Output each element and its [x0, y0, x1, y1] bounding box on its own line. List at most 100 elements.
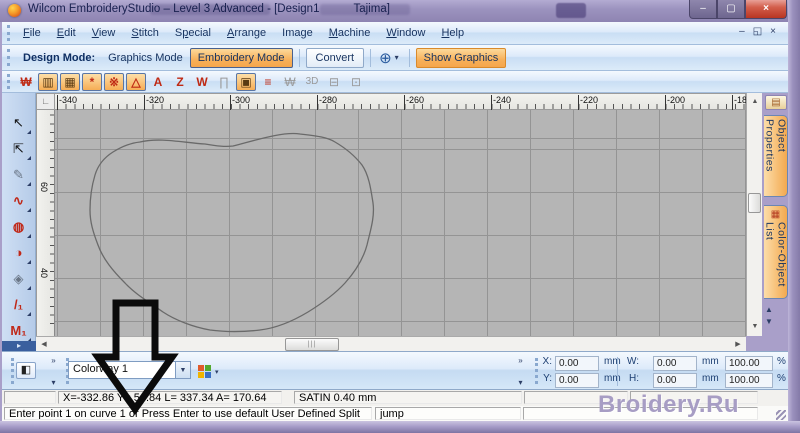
- h-label: H:: [623, 373, 639, 384]
- knife-tool-icon[interactable]: ✎: [6, 162, 32, 187]
- design-thumbnail-icon[interactable]: ◧: [16, 362, 36, 379]
- menu-file[interactable]: File: [15, 25, 49, 41]
- closed-object-tool-icon[interactable]: ◍: [6, 214, 32, 239]
- menu-edit[interactable]: Edit: [49, 25, 84, 41]
- menu-stitch[interactable]: Stitch: [123, 25, 167, 41]
- toolbar-chevron-icon[interactable]: »: [51, 356, 55, 365]
- menu-view[interactable]: View: [84, 25, 124, 41]
- toolbox-overflow-button[interactable]: ▸: [2, 341, 36, 351]
- design-canvas[interactable]: [55, 110, 746, 336]
- horizontal-scrollbar[interactable]: ◀ ||| ▶: [36, 336, 746, 351]
- tab-object-properties[interactable]: Object Properties: [764, 115, 788, 197]
- horizontal-ruler: -340 -320 -300 -280 -260 -240 -220 -200 …: [55, 93, 746, 110]
- h-field[interactable]: 0.00: [653, 373, 697, 388]
- vertical-scroll-thumb[interactable]: [748, 193, 761, 213]
- program-split-icon[interactable]: ≡: [258, 73, 278, 91]
- title-bar: Wilcom EmbroideryStudio – Level 3 Advanc…: [0, 0, 800, 22]
- reshape-tool-icon[interactable]: ⇱: [6, 136, 32, 161]
- menu-machine[interactable]: Machine: [321, 25, 379, 41]
- toolbar-drag-handle[interactable]: [11, 358, 14, 384]
- minimize-button[interactable]: –: [689, 0, 717, 19]
- select-tool-icon[interactable]: ↖: [6, 110, 32, 135]
- colorway-palette-icon[interactable]: [198, 365, 211, 378]
- circle-object-tool-icon[interactable]: ◑: [6, 240, 32, 265]
- sequin-icon[interactable]: ₩: [280, 73, 300, 91]
- globe-icon[interactable]: ⊕: [379, 49, 392, 67]
- flexi-split-icon[interactable]: ※: [104, 73, 124, 91]
- contour-icon[interactable]: △: [126, 73, 146, 91]
- ruler-label: -220: [580, 95, 598, 105]
- open-object-tool-icon[interactable]: ◈: [6, 266, 32, 291]
- menu-arrange[interactable]: Arrange: [219, 25, 274, 41]
- zigzag-icon[interactable]: Z: [170, 73, 190, 91]
- application-window: Wilcom EmbroideryStudio – Level 3 Advanc…: [0, 0, 800, 433]
- separator: [299, 49, 300, 67]
- colorway-dropdown-icon[interactable]: ▼: [176, 361, 191, 379]
- toolbar-drag-handle[interactable]: [7, 74, 10, 89]
- basket-icon[interactable]: ⊡: [346, 73, 366, 91]
- show-graphics-button[interactable]: Show Graphics: [416, 48, 507, 68]
- convert-button[interactable]: Convert: [306, 48, 365, 68]
- y-unit: mm: [604, 373, 621, 384]
- close-button[interactable]: ×: [745, 0, 787, 19]
- tatami-icon[interactable]: ▦: [60, 73, 80, 91]
- menu-special[interactable]: Special: [167, 25, 219, 41]
- menu-window[interactable]: Window: [378, 25, 433, 41]
- menu-help[interactable]: Help: [433, 25, 472, 41]
- y-field[interactable]: 0.00: [555, 373, 599, 388]
- toolbar-overflow-icon[interactable]: ▾: [51, 378, 55, 387]
- stitch-toolbar: ₩ ▥ ▦ * ※ △ A Z W ∏ ▣ ≡ ₩ 3D ⊟ ⊡: [2, 71, 788, 93]
- scroll-down-icon[interactable]: ▼: [749, 321, 761, 333]
- overview-window-icon[interactable]: ▤: [765, 95, 787, 110]
- vertical-scrollbar[interactable]: ▲ ▼: [746, 93, 762, 336]
- scale-x-field[interactable]: 100.00: [725, 356, 773, 371]
- colorway-toolbar: ◧ » ▾ Colorway 1 ▼ ▾ » ▾ X: 0.00 mm W: 0…: [2, 351, 788, 390]
- tab-color-object-list[interactable]: ▦ Color-Object List: [764, 205, 788, 299]
- run-stitch-icon[interactable]: ₩: [16, 73, 36, 91]
- dock-scroll-up-icon[interactable]: ▲: [765, 305, 773, 314]
- globe-dropdown-icon[interactable]: ▾: [395, 53, 399, 62]
- square-stitch-icon[interactable]: ∏: [214, 73, 234, 91]
- toolbar-drag-handle[interactable]: [7, 25, 10, 40]
- scroll-left-icon[interactable]: ◀: [38, 338, 50, 351]
- vertical-ruler: 60 40: [36, 110, 55, 336]
- toolbar-drag-handle[interactable]: [7, 49, 10, 67]
- menu-image[interactable]: Image: [274, 25, 321, 41]
- horizontal-scroll-thumb[interactable]: |||: [285, 338, 339, 351]
- freehand-tool-icon[interactable]: ∿: [6, 188, 32, 213]
- threed-effect-icon[interactable]: 3D: [302, 73, 322, 91]
- scale-x-percent: %: [777, 356, 786, 367]
- motif-fill-icon[interactable]: ▣: [236, 73, 256, 91]
- satin-icon[interactable]: ▥: [38, 73, 58, 91]
- toolbar-chevron-icon[interactable]: »: [518, 356, 522, 365]
- dock-scroll-down-icon[interactable]: ▼: [765, 317, 773, 326]
- window-title-machine: Tajima]: [353, 3, 389, 15]
- colorway-select[interactable]: Colorway 1: [68, 361, 176, 379]
- child-restore-button[interactable]: ◱: [753, 26, 762, 37]
- ruler-label: -240: [493, 95, 511, 105]
- toolbar-overflow-icon[interactable]: ▾: [518, 378, 522, 387]
- column-a-icon[interactable]: A: [148, 73, 168, 91]
- trapunto-icon[interactable]: ⊟: [324, 73, 344, 91]
- maximize-button[interactable]: ▢: [717, 0, 745, 19]
- line-tool-icon[interactable]: /₁: [6, 292, 32, 317]
- fancy-fill-icon[interactable]: *: [82, 73, 102, 91]
- e-stitch-icon[interactable]: W: [192, 73, 212, 91]
- toolbox-toolbar: ↖ ⇱ ✎ ∿ ◍ ◑ ◈ /₁ M₁ ▸: [2, 93, 36, 351]
- design-mode-label: Design Mode:: [23, 52, 95, 64]
- child-minimize-button[interactable]: –: [739, 26, 745, 37]
- embroidery-mode-button[interactable]: Embroidery Mode: [190, 48, 293, 68]
- child-close-button[interactable]: ×: [770, 26, 776, 37]
- palette-dropdown-icon[interactable]: ▾: [215, 368, 219, 376]
- scroll-up-icon[interactable]: ▲: [749, 96, 761, 108]
- scroll-right-icon[interactable]: ▶: [732, 338, 744, 351]
- resize-grip[interactable]: [776, 410, 786, 420]
- scale-y-field[interactable]: 100.00: [725, 373, 773, 388]
- column-tool-icon[interactable]: M₁: [6, 318, 32, 343]
- w-field[interactable]: 0.00: [653, 356, 697, 371]
- graphics-mode-button[interactable]: Graphics Mode: [101, 49, 190, 67]
- ruler-label: -320: [146, 95, 164, 105]
- y-label: Y:: [536, 373, 552, 384]
- tab-color-object-list-label: Color-Object List: [764, 222, 788, 298]
- x-field[interactable]: 0.00: [555, 356, 599, 371]
